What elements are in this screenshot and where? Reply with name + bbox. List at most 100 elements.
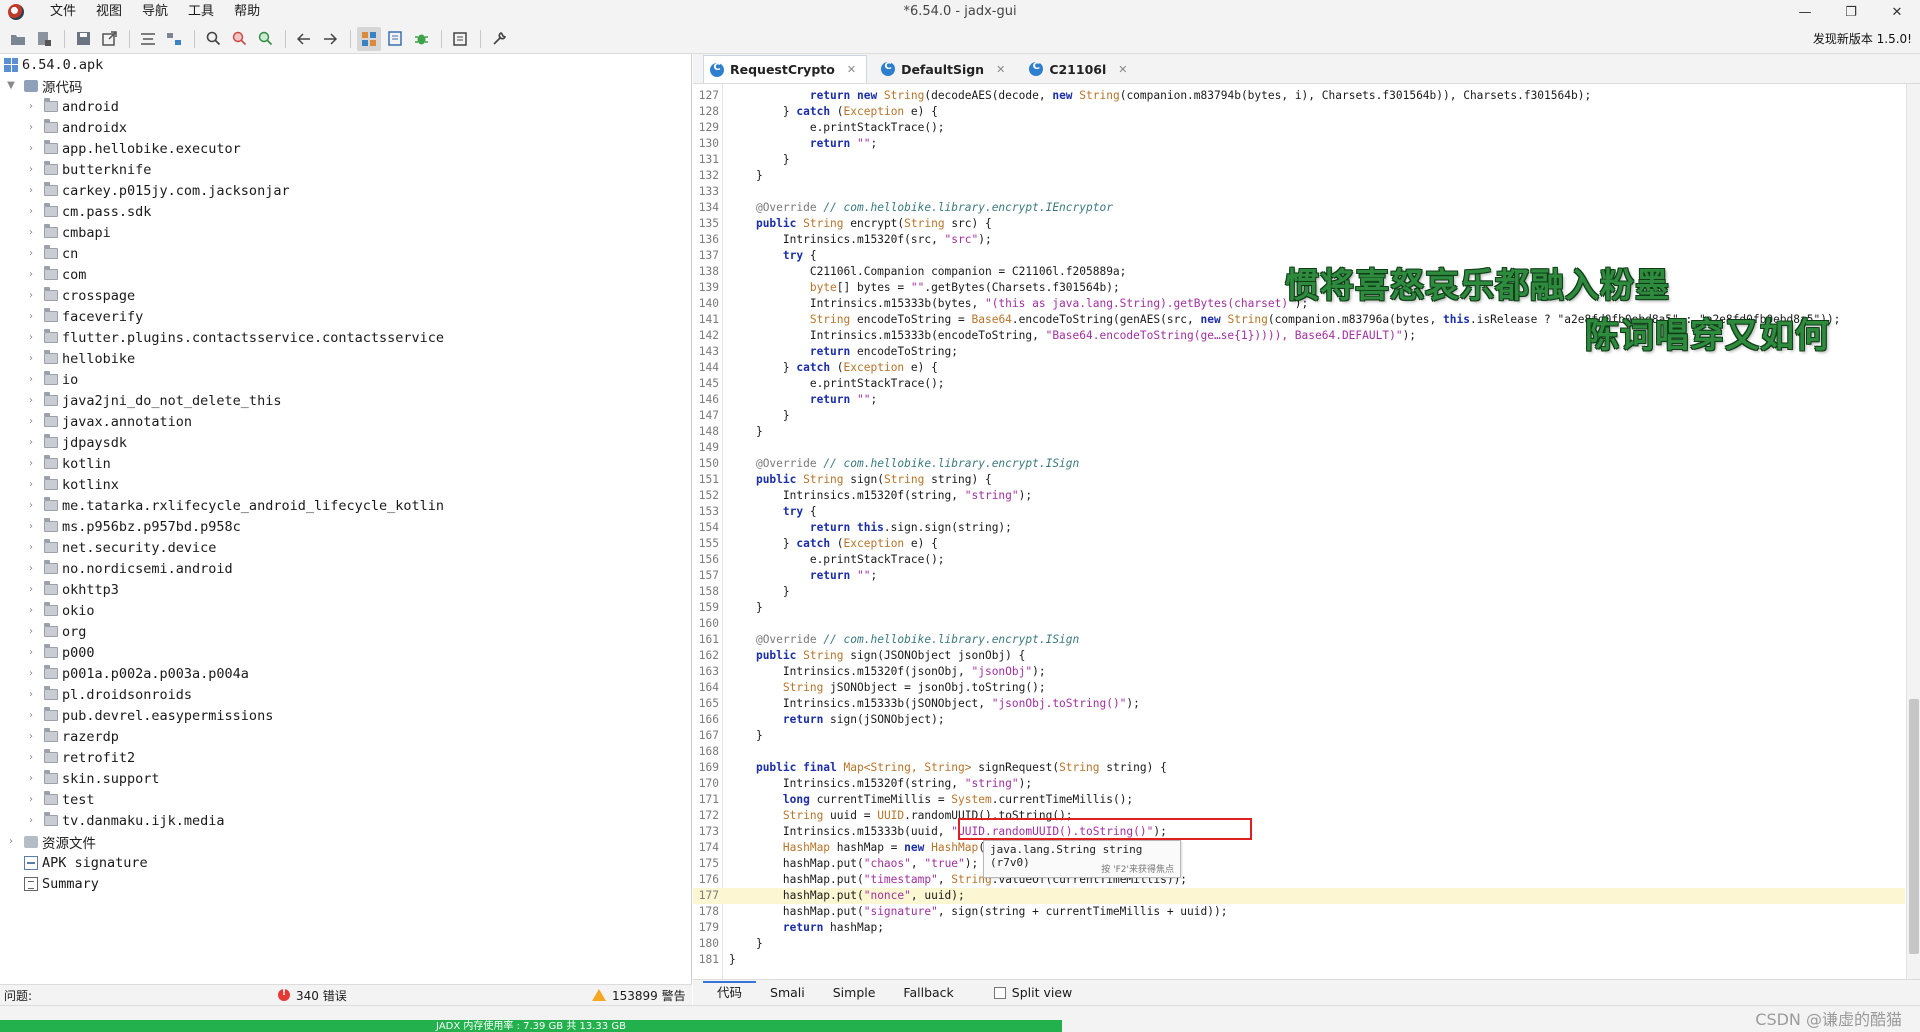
tree-package-item[interactable]: › org	[0, 621, 691, 642]
code-line[interactable]: 158 }	[693, 584, 1905, 600]
tree-package-item[interactable]: › okhttp3	[0, 579, 691, 600]
export-icon[interactable]	[97, 27, 121, 51]
code-line[interactable]: 130 return "";	[693, 136, 1905, 152]
code-editor[interactable]: 127 return new String(decodeAES(decode, …	[693, 84, 1920, 979]
code-line[interactable]: 168	[693, 744, 1905, 760]
chevron-right-icon[interactable]: ›	[24, 563, 38, 574]
close-window-button[interactable]: ✕	[1874, 0, 1920, 24]
menu-navigation[interactable]: 导航	[132, 0, 178, 24]
code-line[interactable]: 132 }	[693, 168, 1905, 184]
chevron-right-icon[interactable]: ›	[24, 458, 38, 469]
code-line[interactable]: 144 } catch (Exception e) {	[693, 360, 1905, 376]
code-line[interactable]: 127 return new String(decodeAES(decode, …	[693, 88, 1905, 104]
chevron-right-icon[interactable]: ›	[24, 773, 38, 784]
code-line[interactable]: 176 hashMap.put("timestamp", String.valu…	[693, 872, 1905, 888]
search-icon[interactable]	[201, 27, 225, 51]
open-file-icon[interactable]	[6, 27, 30, 51]
tree-node-resources[interactable]: › 资源文件	[0, 831, 691, 852]
tree-package-item[interactable]: › okio	[0, 600, 691, 621]
tab-request-crypto[interactable]: RequestCrypto ✕	[703, 55, 868, 83]
close-icon[interactable]: ✕	[1118, 63, 1127, 76]
tree-package-item[interactable]: › no.nordicsemi.android	[0, 558, 691, 579]
code-line[interactable]: 156 e.printStackTrace();	[693, 552, 1905, 568]
chevron-right-icon[interactable]: ›	[24, 500, 38, 511]
code-line[interactable]: 163 Intrinsics.m15320f(jsonObj, "jsonObj…	[693, 664, 1905, 680]
tree-package-item[interactable]: › retrofit2	[0, 747, 691, 768]
tree-package-item[interactable]: › test	[0, 789, 691, 810]
chevron-right-icon[interactable]: ›	[24, 668, 38, 679]
tree-package-item[interactable]: › androidx	[0, 117, 691, 138]
error-count[interactable]: 340 错误	[278, 987, 347, 1004]
save-icon[interactable]	[71, 27, 95, 51]
code-line[interactable]: 147 }	[693, 408, 1905, 424]
code-line[interactable]: 173 Intrinsics.m15333b(uuid, "UUID.rando…	[693, 824, 1905, 840]
checkbox-box[interactable]	[993, 986, 1006, 999]
bookmark-icon[interactable]	[383, 27, 407, 51]
tree-package-item[interactable]: › pub.devrel.easypermissions	[0, 705, 691, 726]
code-line[interactable]: 131 }	[693, 152, 1905, 168]
forward-icon[interactable]	[318, 27, 342, 51]
tree-package-item[interactable]: › io	[0, 369, 691, 390]
code-line[interactable]: 164 String jSONObject = jsonObj.toString…	[693, 680, 1905, 696]
code-line[interactable]: 145 e.printStackTrace();	[693, 376, 1905, 392]
tree-package-item[interactable]: › flutter.plugins.contactsservice.contact…	[0, 327, 691, 348]
tree-package-item[interactable]: › android	[0, 96, 691, 117]
tab-smali[interactable]: Smali	[756, 981, 819, 1005]
chevron-right-icon[interactable]: ›	[4, 836, 18, 847]
chevron-right-icon[interactable]: ›	[24, 479, 38, 490]
code-line[interactable]: 134 @Override // com.hellobike.library.e…	[693, 200, 1905, 216]
warning-count[interactable]: 153899 警告	[592, 987, 686, 1004]
code-line[interactable]: 128 } catch (Exception e) {	[693, 104, 1905, 120]
code-line[interactable]: 160	[693, 616, 1905, 632]
chevron-right-icon[interactable]: ›	[24, 605, 38, 616]
tab-fallback[interactable]: Fallback	[889, 981, 967, 1005]
tree-package-item[interactable]: › ms.p956bz.p957bd.p958c	[0, 516, 691, 537]
code-line[interactable]: 150 @Override // com.hellobike.library.e…	[693, 456, 1905, 472]
tree-package-item[interactable]: › faceverify	[0, 306, 691, 327]
chevron-right-icon[interactable]: ›	[24, 290, 38, 301]
tree-package-item[interactable]: › skin.support	[0, 768, 691, 789]
chevron-right-icon[interactable]: ›	[24, 332, 38, 343]
chevron-right-icon[interactable]: ›	[24, 143, 38, 154]
menu-tools[interactable]: 工具	[178, 0, 224, 24]
restore-button[interactable]: ❐	[1828, 0, 1874, 24]
chevron-right-icon[interactable]: ›	[24, 794, 38, 805]
code-line[interactable]: 136 Intrinsics.m15320f(src, "src");	[693, 232, 1905, 248]
menu-file[interactable]: 文件	[40, 0, 86, 24]
split-view-checkbox[interactable]: Split view	[993, 985, 1072, 1000]
tree-package-item[interactable]: › net.security.device	[0, 537, 691, 558]
code-line[interactable]: 172 String uuid = UUID.randomUUID().toSt…	[693, 808, 1905, 824]
code-line[interactable]: 157 return "";	[693, 568, 1905, 584]
debug-icon[interactable]	[409, 27, 433, 51]
tree-package-item[interactable]: › crosspage	[0, 285, 691, 306]
code-line[interactable]: 152 Intrinsics.m15320f(string, "string")…	[693, 488, 1905, 504]
tree-package-item[interactable]: › hellobike	[0, 348, 691, 369]
tree-package-item[interactable]: › javax.annotation	[0, 411, 691, 432]
tab-c21106l[interactable]: C21106l ✕	[1023, 55, 1137, 83]
menu-help[interactable]: 帮助	[224, 0, 270, 24]
code-line[interactable]: 171 long currentTimeMillis = System.curr…	[693, 792, 1905, 808]
code-line[interactable]: 174 HashMap hashMap = new HashMap();	[693, 840, 1905, 856]
tree-node-apk-signature[interactable]: APK signature	[0, 852, 691, 873]
code-line[interactable]: 175 hashMap.put("chaos", "true");	[693, 856, 1905, 872]
chevron-right-icon[interactable]: ›	[24, 353, 38, 364]
chevron-right-icon[interactable]: ›	[24, 164, 38, 175]
tree-package-item[interactable]: › kotlin	[0, 453, 691, 474]
tree-package-item[interactable]: › java2jni_do_not_delete_this	[0, 390, 691, 411]
chevron-right-icon[interactable]: ›	[24, 269, 38, 280]
tree-package-item[interactable]: › app.hellobike.executor	[0, 138, 691, 159]
tree-package-item[interactable]: › cm.pass.sdk	[0, 201, 691, 222]
decompile-all-icon[interactable]	[357, 26, 381, 51]
menu-view[interactable]: 视图	[86, 0, 132, 24]
chevron-right-icon[interactable]: ›	[24, 710, 38, 721]
tree-package-item[interactable]: › me.tatarka.rxlifecycle_android_lifecycl…	[0, 495, 691, 516]
code-line[interactable]: 155 } catch (Exception e) {	[693, 536, 1905, 552]
code-line[interactable]: 180 }	[693, 936, 1905, 952]
chevron-down-icon[interactable]: ▼	[4, 80, 18, 91]
code-line[interactable]: 178 hashMap.put("signature", sign(string…	[693, 904, 1905, 920]
tree-package-item[interactable]: › carkey.p015jy.com.jacksonjar	[0, 180, 691, 201]
tree-package-item[interactable]: › pl.droidsonroids	[0, 684, 691, 705]
preferences-icon[interactable]	[487, 27, 511, 51]
tree-package-item[interactable]: › jdpaysdk	[0, 432, 691, 453]
code-line[interactable]: 170 Intrinsics.m15320f(string, "string")…	[693, 776, 1905, 792]
